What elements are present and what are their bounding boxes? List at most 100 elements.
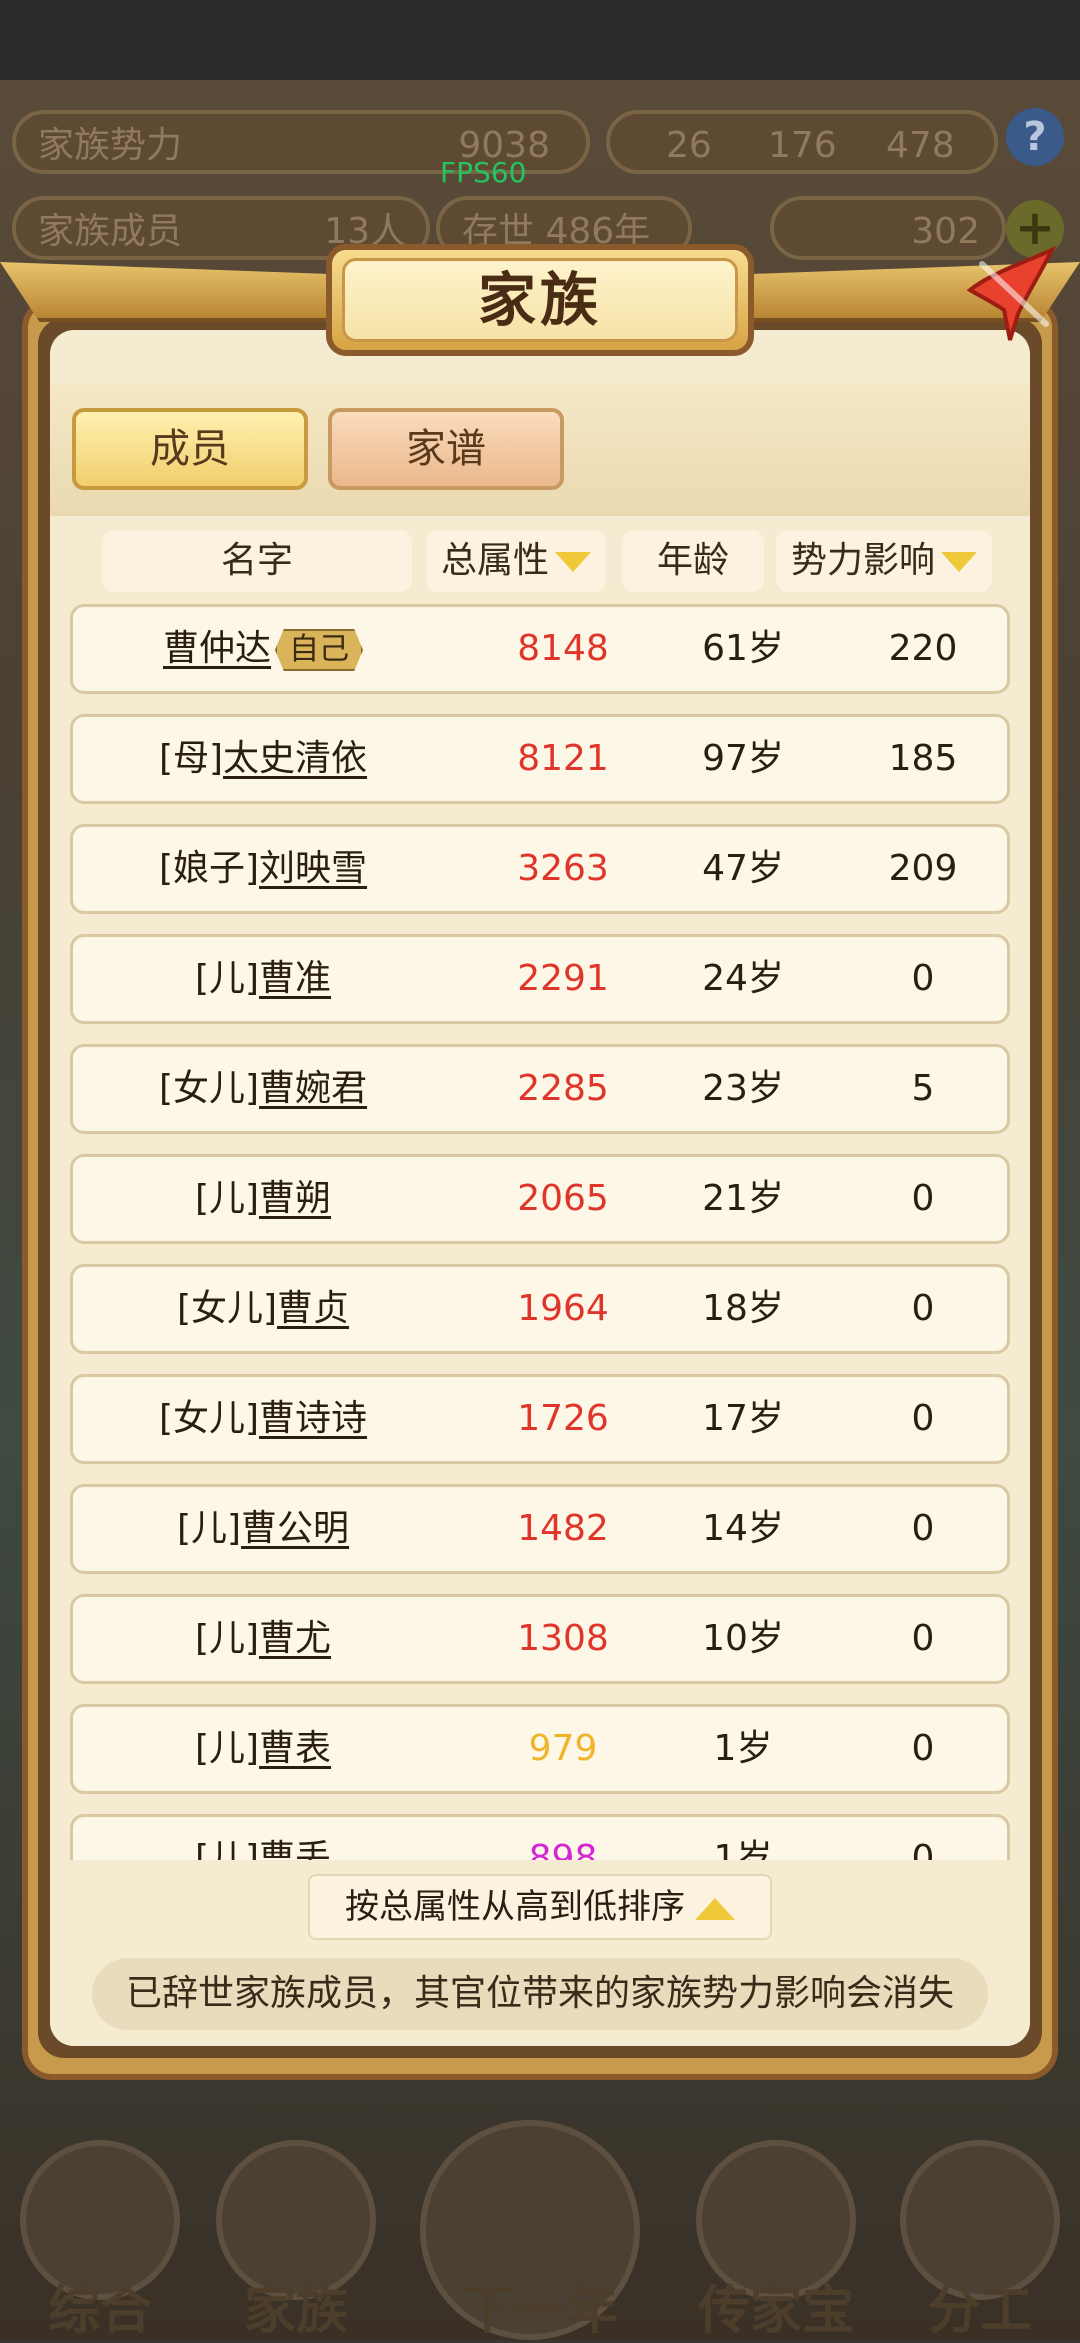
member-attr: 2285 [517,1068,609,1109]
member-name-cell: [儿]曹丢 [73,1817,453,1860]
member-attr: 1308 [517,1618,609,1659]
member-influence: 0 [911,1728,935,1769]
member-name-link[interactable]: 曹贞 [277,1288,349,1329]
member-list[interactable]: 曹仲达 自己 8148 61岁 220 [母]太史清依 8121 97岁 185 [娘子]刘映雪 3… [50,604,1030,1860]
member-influence: 0 [911,1398,935,1439]
member-relation: [女儿] [176,1288,278,1329]
column-header-attr-label: 总属性 [440,540,549,581]
member-name-link[interactable]: 曹婉君 [259,1068,367,1109]
member-attr: 2065 [517,1178,609,1219]
member-name-link[interactable]: 曹诗诗 [259,1398,367,1439]
member-name-link[interactable]: 太史清依 [223,738,367,779]
member-name-cell: [儿]曹尤 [73,1597,453,1681]
nav-item-next-year[interactable]: 下一年 [420,2120,640,2341]
member-influence: 0 [911,1178,935,1219]
member-name-cell: 曹仲达 自己 [73,607,453,691]
member-name-cell: [娘子]刘映雪 [73,827,453,911]
member-age: 61岁 [702,628,784,669]
member-name-cell: [女儿]曹诗诗 [73,1377,453,1461]
sort-up-icon [695,1897,735,1920]
help-icon[interactable]: ? [1006,108,1064,166]
member-attr: 1726 [517,1398,609,1439]
nav-label: 综合 [47,2281,152,2341]
column-header-attr[interactable]: 总属性 [426,530,606,592]
column-header-name-label: 名字 [220,540,293,581]
member-relation: [儿] [194,1618,260,1659]
member-age: 17岁 [702,1398,784,1439]
nav-label: 传家宝 [697,2281,854,2341]
member-row[interactable]: [女儿]曹贞 1964 18岁 0 [70,1264,1010,1354]
member-relation: [儿] [176,1508,242,1549]
member-row[interactable]: [女儿]曹诗诗 1726 17岁 0 [70,1374,1010,1464]
member-influence: 0 [911,1508,935,1549]
column-header-age: 年龄 [622,530,764,592]
member-age: 21岁 [702,1178,784,1219]
close-icon[interactable] [960,244,1060,344]
member-name-cell: [女儿]曹贞 [73,1267,453,1351]
nav-item-overview[interactable]: 综合 [0,2120,200,2341]
member-age: 1岁 [713,1838,773,1860]
member-name-link[interactable]: 刘映雪 [259,848,367,889]
self-badge: 自己 [275,629,363,671]
member-name-link[interactable]: 曹表 [259,1728,331,1769]
member-attr: 1964 [517,1288,609,1329]
member-relation: [儿] [194,1838,260,1860]
member-name-cell: [母]太史清依 [73,717,453,801]
nav-label: 分工 [927,2281,1032,2341]
member-name-link[interactable]: 曹仲达 [163,628,271,669]
member-row[interactable]: [儿]曹公明 1482 14岁 0 [70,1484,1010,1574]
member-row[interactable]: [母]太史清依 8121 97岁 185 [70,714,1010,804]
tab-members[interactable]: 成员 [72,408,308,490]
bottom-nav: 综合 家族 下一年 传家宝 分工 [0,2120,1080,2341]
member-row[interactable]: [娘子]刘映雪 3263 47岁 209 [70,824,1010,914]
member-row[interactable]: [女儿]曹婉君 2285 23岁 5 [70,1044,1010,1134]
member-relation: [儿] [194,1178,260,1219]
member-name-link[interactable]: 曹朔 [259,1178,331,1219]
member-name-cell: [儿]曹准 [73,937,453,1021]
member-name-link[interactable]: 曹公明 [241,1508,349,1549]
member-influence: 0 [911,1618,935,1659]
nav-label: 下一年 [461,2281,618,2341]
family-members-label: 家族成员 [38,211,183,252]
sort-triangle-icon [555,552,591,572]
member-influence: 0 [911,958,935,999]
sort-order-button[interactable]: 按总属性从高到低排序 [308,1874,772,1940]
member-name-link[interactable]: 曹丢 [259,1838,331,1860]
member-row[interactable]: 曹仲达 自己 8148 61岁 220 [70,604,1010,694]
nav-item-assign[interactable]: 分工 [880,2120,1080,2341]
member-age: 18岁 [702,1288,784,1329]
member-age: 23岁 [702,1068,784,1109]
member-influence: 220 [888,628,958,669]
member-row[interactable]: [儿]曹丢 898 1岁 0 [70,1814,1010,1860]
member-name-link[interactable]: 曹尤 [259,1618,331,1659]
member-attr: 8121 [517,738,609,779]
nav-label: 家族 [243,2281,348,2341]
member-name-link[interactable]: 曹准 [259,958,331,999]
dialog-title: 家族 [477,266,602,334]
member-name-cell: [儿]曹表 [73,1707,453,1791]
member-attr: 8148 [517,628,609,669]
family-power-label: 家族势力 [38,125,183,166]
member-row[interactable]: [儿]曹尤 1308 10岁 0 [70,1594,1010,1684]
member-influence: 185 [888,738,958,779]
member-relation: [女儿] [158,1398,260,1439]
nav-item-family[interactable]: 家族 [196,2120,396,2341]
member-influence: 0 [911,1838,935,1860]
notice-text: 已辞世家族成员，其官位带来的家族势力影响会消失 [92,1958,988,2030]
member-relation: [儿] [194,958,260,999]
member-age: 47岁 [702,848,784,889]
member-influence: 5 [911,1068,935,1109]
member-row[interactable]: [儿]曹表 979 1岁 0 [70,1704,1010,1794]
column-header-age-label: 年龄 [656,540,729,581]
resource-1-value: 26 [666,125,712,166]
member-age: 97岁 [702,738,784,779]
member-attr: 3263 [517,848,609,889]
nav-item-heirloom[interactable]: 传家宝 [676,2120,876,2341]
member-relation: [娘子] [158,848,260,889]
member-relation: [母] [158,738,224,779]
column-header-name: 名字 [102,530,412,592]
member-row[interactable]: [儿]曹准 2291 24岁 0 [70,934,1010,1024]
column-header-influence[interactable]: 势力影响 [776,530,992,592]
tab-genealogy[interactable]: 家谱 [328,408,564,490]
member-row[interactable]: [儿]曹朔 2065 21岁 0 [70,1154,1010,1244]
